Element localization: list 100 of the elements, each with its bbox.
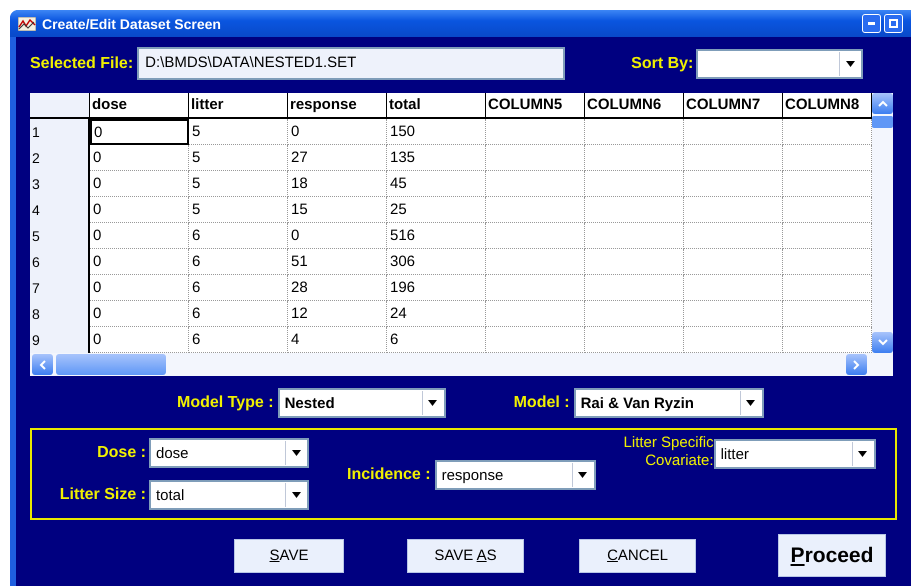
dose-dropdown[interactable]: dose — [149, 438, 309, 468]
table-cell[interactable] — [486, 145, 585, 171]
minimize-button[interactable] — [862, 14, 881, 33]
table-cell[interactable] — [684, 145, 783, 171]
table-cell[interactable] — [585, 275, 684, 301]
table-cell[interactable]: 0 — [90, 171, 189, 197]
column-header[interactable]: COLUMN6 — [585, 93, 684, 119]
caret-icon — [746, 400, 756, 406]
table-cell[interactable]: 0 — [90, 275, 189, 301]
column-header[interactable]: dose — [90, 93, 189, 119]
table-cell[interactable] — [684, 275, 783, 301]
row-number: 3 — [30, 171, 90, 197]
model-type-dropdown[interactable]: Nested — [278, 388, 446, 418]
model-dropdown[interactable]: Rai & Van Ryzin — [574, 388, 764, 418]
caret-icon — [578, 472, 588, 478]
scroll-right-button[interactable] — [846, 354, 867, 375]
incidence-dropdown[interactable]: response — [434, 460, 596, 490]
table-cell[interactable]: 6 — [189, 223, 288, 249]
table-cell[interactable]: 0 — [90, 197, 189, 223]
table-cell[interactable] — [585, 145, 684, 171]
table-cell[interactable]: 6 — [189, 275, 288, 301]
scroll-up-button[interactable] — [872, 93, 893, 114]
row-number: 2 — [30, 145, 90, 171]
table-cell[interactable]: 0 — [90, 145, 189, 171]
column-header[interactable]: response — [288, 93, 387, 119]
table-cell[interactable] — [585, 249, 684, 275]
caret-icon — [858, 451, 868, 457]
vertical-scrollbar[interactable] — [872, 93, 893, 353]
table-cell[interactable] — [486, 197, 585, 223]
table-cell[interactable] — [486, 275, 585, 301]
file-path-field[interactable]: D:\BMDS\DATA\NESTED1.SET — [137, 47, 566, 80]
table-cell[interactable] — [585, 301, 684, 327]
table-cell[interactable]: 0 — [288, 223, 387, 249]
table-cell[interactable]: 135 — [387, 145, 486, 171]
grid-corner-cell[interactable] — [30, 93, 90, 119]
table-cell[interactable] — [585, 197, 684, 223]
action-button[interactable]: CANCEL — [579, 538, 696, 572]
row-number: 6 — [30, 249, 90, 275]
table-cell[interactable] — [684, 249, 783, 275]
table-cell[interactable] — [585, 223, 684, 249]
covariate-dropdown[interactable]: litter — [714, 439, 876, 469]
table-cell[interactable] — [486, 301, 585, 327]
table-cell[interactable]: 24 — [387, 301, 486, 327]
table-cell[interactable] — [585, 119, 684, 145]
table-cell[interactable]: 516 — [387, 223, 486, 249]
table-cell[interactable] — [486, 171, 585, 197]
table-cell[interactable] — [684, 197, 783, 223]
table-cell[interactable] — [684, 301, 783, 327]
table-cell[interactable]: 0 — [288, 119, 387, 145]
window-title: Create/Edit Dataset Screen — [42, 16, 222, 32]
table-cell[interactable]: 25 — [387, 197, 486, 223]
table-cell[interactable]: 45 — [387, 171, 486, 197]
proceed-button[interactable]: Proceed — [778, 534, 886, 577]
table-cell[interactable] — [684, 223, 783, 249]
action-button[interactable]: SAVE — [234, 538, 344, 572]
action-button[interactable]: SAVE AS — [407, 538, 524, 572]
table-cell[interactable]: 0 — [90, 249, 189, 275]
field-label: Selected File: — [30, 54, 134, 72]
table-cell[interactable]: 12 — [288, 301, 387, 327]
table-cell[interactable]: 5 — [189, 197, 288, 223]
row-number: 1 — [30, 119, 90, 145]
field-label: Incidence : — [347, 466, 431, 484]
table-cell[interactable] — [486, 249, 585, 275]
horizontal-scrollbar[interactable] — [30, 353, 893, 376]
table-cell[interactable]: 5 — [189, 119, 288, 145]
table-cell[interactable]: 0 — [90, 301, 189, 327]
table-cell[interactable] — [486, 223, 585, 249]
table-cell[interactable]: 196 — [387, 275, 486, 301]
table-cell[interactable]: 15 — [288, 197, 387, 223]
table-cell[interactable] — [585, 171, 684, 197]
table-cell[interactable]: 28 — [288, 275, 387, 301]
table-cell[interactable]: 0 — [90, 119, 189, 145]
column-header[interactable]: litter — [189, 93, 288, 119]
table-cell[interactable]: 6 — [189, 301, 288, 327]
litter-size-dropdown[interactable]: total — [149, 480, 309, 510]
table-cell[interactable]: 0 — [90, 223, 189, 249]
table-cell[interactable]: 6 — [189, 249, 288, 275]
column-header[interactable]: total — [387, 93, 486, 119]
chevron-left-icon — [39, 360, 46, 370]
chevron-down-icon — [878, 339, 888, 346]
table-cell[interactable] — [684, 119, 783, 145]
column-header[interactable]: COLUMN7 — [684, 93, 783, 119]
table-cell[interactable]: 18 — [288, 171, 387, 197]
scroll-thumb[interactable] — [56, 354, 166, 375]
sort-dropdown[interactable] — [696, 48, 864, 78]
table-cell[interactable]: 150 — [387, 119, 486, 145]
column-header[interactable]: COLUMN5 — [486, 93, 585, 119]
table-cell[interactable] — [486, 119, 585, 145]
minimize-icon — [868, 22, 875, 25]
table-cell[interactable]: 5 — [189, 145, 288, 171]
table-cell[interactable]: 306 — [387, 249, 486, 275]
table-cell[interactable] — [684, 171, 783, 197]
chevron-right-icon — [853, 360, 860, 370]
table-cell[interactable]: 27 — [288, 145, 387, 171]
scroll-thumb[interactable] — [872, 116, 893, 128]
table-cell[interactable]: 5 — [189, 171, 288, 197]
scroll-left-button[interactable] — [32, 354, 53, 375]
scroll-down-button[interactable] — [872, 332, 893, 353]
table-cell[interactable]: 51 — [288, 249, 387, 275]
maximize-button[interactable] — [884, 14, 903, 33]
